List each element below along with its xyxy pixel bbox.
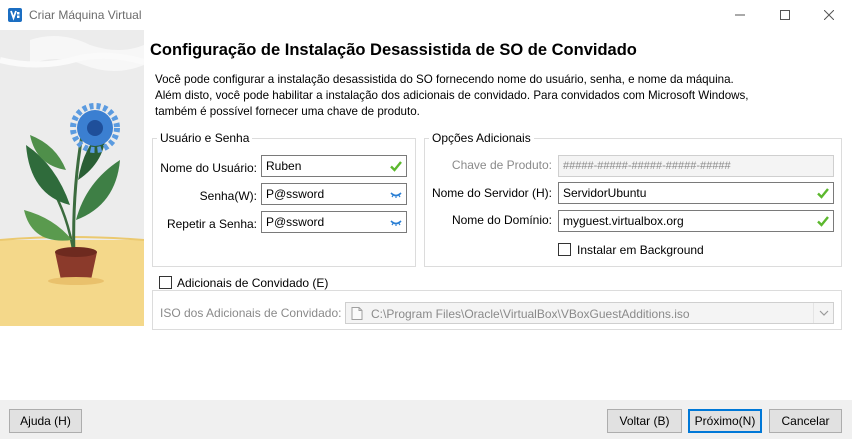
password-field[interactable]: P@ssword: [261, 183, 407, 205]
check-icon: [817, 188, 829, 199]
back-button[interactable]: Voltar (B): [607, 409, 682, 433]
minimize-button[interactable]: [717, 0, 763, 30]
repeat-password-label: Repetir a Senha:: [166, 217, 257, 231]
cancel-button[interactable]: Cancelar: [769, 409, 842, 433]
close-button[interactable]: [806, 0, 852, 30]
file-icon: [351, 307, 363, 320]
help-button[interactable]: Ajuda (H): [9, 409, 82, 433]
password-value: P@ssword: [266, 187, 325, 201]
check-icon: [390, 161, 402, 172]
hostname-value: ServidorUbuntu: [563, 186, 647, 200]
guest-additions-checkbox[interactable]: [159, 276, 172, 289]
domain-label: Nome do Domínio:: [451, 213, 552, 227]
username-field[interactable]: Ruben: [261, 155, 407, 177]
title-bar: Criar Máquina Virtual: [0, 0, 852, 30]
repeat-password-field[interactable]: P@ssword: [261, 211, 407, 233]
minimize-icon: [735, 14, 745, 16]
domain-value: myguest.virtualbox.org: [563, 214, 684, 228]
product-key-placeholder: #####-#####-#####-#####-#####: [563, 160, 731, 172]
chevron-down-icon[interactable]: [813, 303, 833, 323]
guest-additions-iso-label: ISO dos Adicionais de Convidado:: [160, 306, 342, 320]
description-line: Além disto, você pode habilitar a instal…: [155, 89, 749, 102]
maximize-icon: [780, 10, 790, 20]
eye-icon[interactable]: [390, 216, 402, 228]
guest-additions-iso-path: C:\Program Files\Oracle\VirtualBox\VBoxG…: [371, 307, 690, 321]
maximize-button[interactable]: [762, 0, 808, 30]
product-key-label: Chave de Produto:: [451, 158, 552, 172]
page-title: Configuração de Instalação Desassistida …: [150, 41, 637, 59]
check-icon: [817, 216, 829, 227]
username-label: Nome do Usuário:: [160, 161, 257, 175]
username-value: Ruben: [266, 159, 302, 173]
product-key-field[interactable]: #####-#####-#####-#####-#####: [558, 155, 834, 177]
guest-additions-label[interactable]: Adicionais de Convidado (E): [174, 276, 332, 290]
plant-illustration: [0, 30, 144, 326]
next-button[interactable]: Próximo(N): [688, 409, 762, 433]
hostname-label: Nome do Servidor (H):: [431, 186, 552, 200]
virtualbox-app-icon: [8, 8, 22, 22]
password-label: Senha(W):: [199, 189, 257, 203]
hostname-field[interactable]: ServidorUbuntu: [558, 182, 834, 204]
domain-field[interactable]: myguest.virtualbox.org: [558, 210, 834, 232]
close-icon: [824, 10, 834, 20]
install-background-checkbox[interactable]: [558, 243, 571, 256]
eye-icon[interactable]: [390, 188, 402, 200]
user-password-group-title: Usuário e Senha: [157, 131, 253, 145]
repeat-password-value: P@ssword: [266, 215, 325, 229]
page-description: Você pode configurar a instalação desass…: [155, 72, 835, 120]
guest-additions-iso-select[interactable]: C:\Program Files\Oracle\VirtualBox\VBoxG…: [345, 302, 834, 324]
description-line: também é possível fornecer uma chave de …: [155, 105, 420, 118]
description-line: Você pode configurar a instalação desass…: [155, 73, 734, 86]
additional-options-group-title: Opções Adicionais: [429, 131, 534, 145]
window-title: Criar Máquina Virtual: [29, 8, 142, 22]
install-background-label[interactable]: Instalar em Background: [577, 243, 704, 257]
